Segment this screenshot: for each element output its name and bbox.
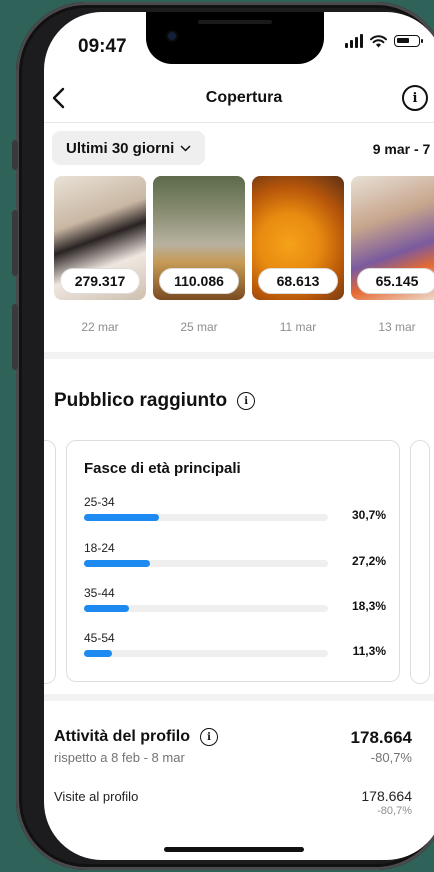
card-title: Fasce di età principali — [84, 460, 241, 477]
nav-bar: Copertura i — [44, 76, 434, 123]
info-icon[interactable]: i — [237, 392, 256, 410]
front-camera — [168, 32, 176, 40]
age-bar-fill — [84, 560, 151, 567]
signal-icon — [345, 34, 363, 48]
age-label: 18-24 — [84, 541, 115, 555]
age-bar-track — [84, 650, 328, 657]
post-thumbnail[interactable]: 279.317 — [54, 176, 146, 300]
post-reach-badge: 65.145 — [357, 268, 434, 294]
age-percent: 11,3% — [352, 644, 386, 658]
post-date: 13 mar — [378, 320, 416, 334]
section-divider — [44, 694, 434, 701]
age-label: 35-44 — [84, 586, 115, 600]
age-percent: 30,7% — [351, 508, 386, 522]
age-bar-fill — [84, 514, 159, 521]
info-icon[interactable]: i — [200, 728, 218, 746]
visits-value: 178.664 — [361, 788, 412, 804]
age-bar-track — [84, 560, 328, 567]
age-row: 25-34 30,7% — [84, 495, 386, 535]
date-range-dropdown[interactable]: Ultimi 30 giorni — [52, 131, 206, 165]
audience-title: Pubblico raggiunto — [54, 390, 228, 411]
post-reach-badge: 68.613 — [258, 268, 338, 294]
wifi-icon — [370, 34, 387, 47]
previous-card-edge[interactable] — [44, 440, 56, 684]
post-reach-badge: 279.317 — [60, 268, 140, 294]
age-label: 45-54 — [84, 631, 115, 645]
activity-title: Attività del profilo — [54, 728, 190, 745]
age-percent: 18,3% — [351, 599, 386, 613]
visits-delta: -80,7% — [377, 805, 412, 817]
age-bar-fill — [84, 650, 112, 657]
post-thumbnail[interactable]: 110.086 — [153, 176, 245, 300]
top-posts-carousel[interactable]: 279.317 22 mar 110.086 25 mar 68.613 11 … — [54, 176, 434, 336]
next-card-edge[interactable] — [410, 440, 430, 684]
age-row: 18-24 27,2% — [84, 541, 386, 581]
age-bar-fill — [84, 605, 129, 612]
post-thumbnail[interactable]: 68.613 — [252, 176, 344, 300]
volume-down-button — [12, 304, 18, 370]
info-icon[interactable]: i — [402, 85, 428, 111]
volume-up-button — [12, 210, 18, 276]
date-range-text: 9 mar - 7 apr — [372, 141, 434, 157]
age-row: 45-54 11,3% — [84, 631, 386, 671]
chevron-down-icon — [180, 144, 191, 152]
date-range-dropdown-label: Ultimi 30 giorni — [66, 139, 175, 157]
visits-label: Visite al profilo — [54, 789, 139, 804]
post-date: 22 mar — [81, 320, 119, 334]
mute-switch — [12, 140, 18, 170]
age-groups-card: Fasce di età principali 25-34 30,7% 18-2… — [66, 440, 400, 682]
age-bar-track — [84, 605, 328, 612]
battery-icon — [394, 35, 423, 47]
age-bar-track — [84, 514, 328, 521]
age-percent: 27,2% — [351, 554, 386, 568]
home-indicator[interactable] — [164, 847, 304, 852]
activity-header: Attività del profilo i — [54, 728, 218, 746]
age-row: 35-44 18,3% — [84, 586, 386, 626]
post-date: 11 mar — [279, 320, 317, 334]
post-reach-badge: 110.086 — [159, 268, 239, 294]
speaker — [198, 20, 272, 24]
status-time: 09:47 — [78, 36, 127, 57]
activity-value: 178.664 — [350, 728, 412, 747]
section-title: Pubblico raggiunto i — [54, 390, 256, 412]
page-title: Copertura — [205, 89, 283, 106]
screen: 09:47 Copertura i Ultimi 30 giorni 9 mar… — [44, 12, 434, 860]
post-date: 25 mar — [180, 320, 218, 334]
activity-subtitle: rispetto a 8 feb - 8 mar — [54, 750, 185, 765]
post-thumbnail[interactable]: 65.145 — [351, 176, 434, 300]
age-label: 25-34 — [84, 495, 115, 509]
status-icons — [345, 34, 423, 48]
notch — [146, 12, 324, 64]
section-divider — [44, 352, 434, 359]
activity-delta: -80,7% — [370, 750, 412, 765]
